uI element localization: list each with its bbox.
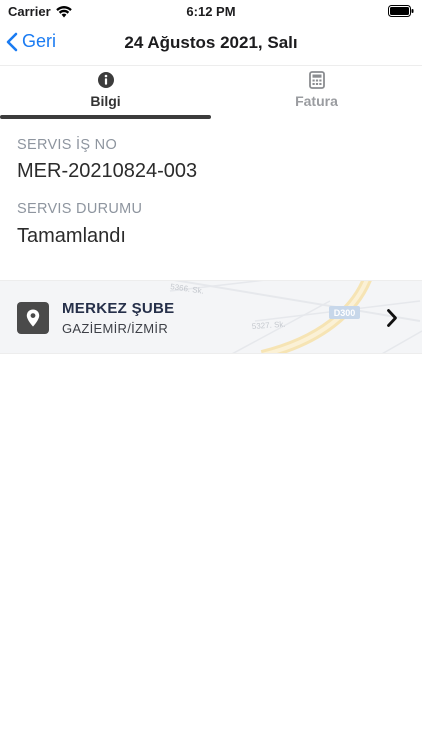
location-pin-badge bbox=[17, 302, 49, 334]
info-circle-icon bbox=[97, 72, 114, 88]
calculator-icon bbox=[308, 71, 325, 89]
tab-bilgi-label: Bilgi bbox=[90, 93, 121, 109]
tab-fatura-label: Fatura bbox=[295, 93, 338, 109]
map-pin-icon bbox=[26, 309, 40, 327]
branch-city: GAZİEMİR/İZMİR bbox=[62, 321, 169, 336]
service-status-label: SERVIS DURUMU bbox=[17, 201, 143, 217]
status-time: 6:12 PM bbox=[186, 4, 236, 19]
tab-fatura[interactable]: Fatura bbox=[211, 66, 422, 122]
chevron-right-icon bbox=[387, 309, 397, 327]
page-title: 24 Ağustos 2021, Salı bbox=[124, 33, 298, 52]
service-no-value: MER-20210824-003 bbox=[17, 160, 198, 182]
map-background: D300 5366. Sk. 5327. Sk. bbox=[0, 281, 422, 353]
location-card[interactable]: D300 5366. Sk. 5327. Sk. MERKEZ ŞUBE GAZ… bbox=[0, 280, 422, 354]
navigation-bar: Geri 24 Ağustos 2021, Salı bbox=[0, 22, 422, 66]
service-no-label: SERVIS İŞ NO bbox=[17, 137, 118, 153]
status-bar: Carrier 6:12 PM bbox=[0, 0, 422, 22]
tab-bilgi[interactable]: Bilgi bbox=[0, 66, 211, 122]
map-road-d300: D300 bbox=[334, 308, 356, 318]
tab-selected-indicator bbox=[0, 115, 211, 119]
battery-icon bbox=[388, 5, 414, 17]
branch-name: MERKEZ ŞUBE bbox=[62, 300, 175, 317]
segment-tabs: Bilgi Fatura bbox=[0, 66, 422, 122]
service-status-value: Tamamlandı bbox=[17, 225, 126, 247]
